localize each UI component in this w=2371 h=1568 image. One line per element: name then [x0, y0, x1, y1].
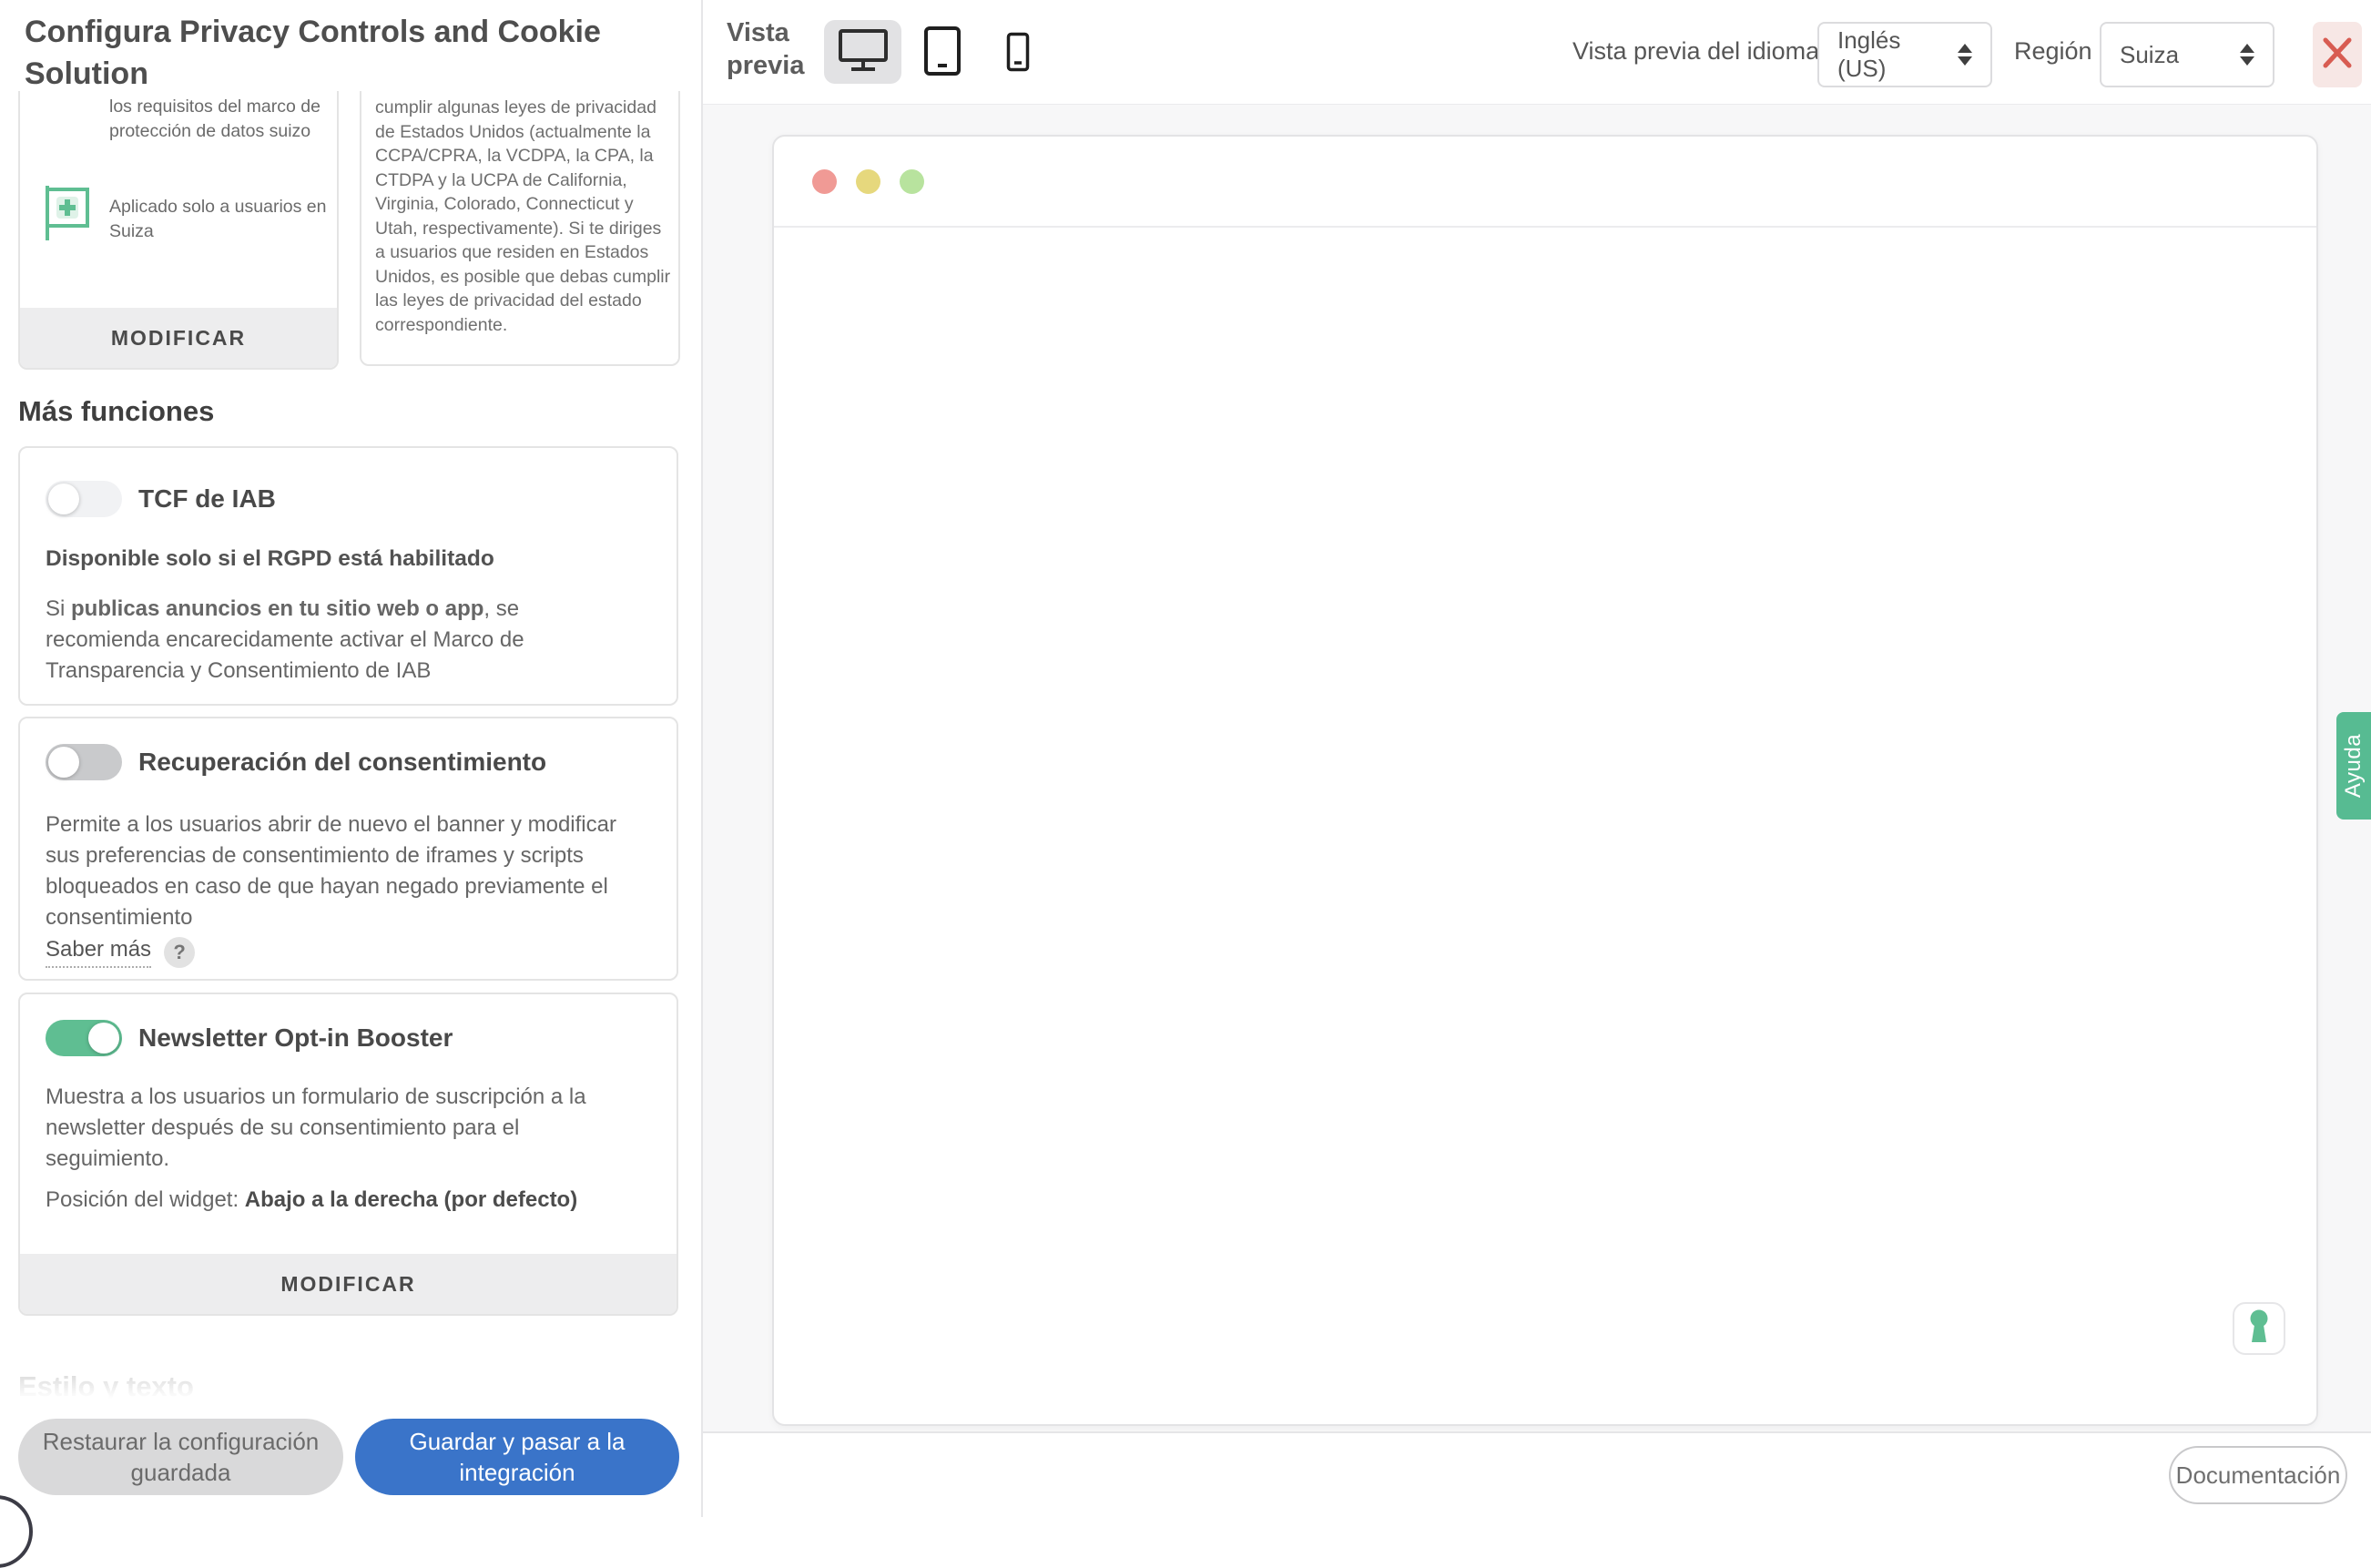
tcf-iab-description: Si publicas anuncios en tu sitio web o a… [46, 594, 633, 687]
settings-footer: Restaurar la configuración guardada Guar… [0, 1399, 701, 1517]
swiss-law-text: los requisitos del marco de protección d… [109, 95, 337, 144]
region-select-value: Suiza [2120, 41, 2179, 69]
settings-panel: Configura Privacy Controls and Cookie So… [0, 0, 703, 1517]
help-tab-label: Ayuda [2341, 734, 2366, 798]
learn-more-link[interactable]: Saber más [46, 937, 151, 968]
privacy-widget-button[interactable] [2233, 1302, 2285, 1355]
preview-footer [703, 1431, 2371, 1517]
tcf-iab-card: TCF de IAB Disponible solo si el RGPD es… [18, 446, 678, 706]
us-law-card: cumplir algunas leyes de privacidad de E… [360, 91, 680, 366]
consent-recovery-toggle[interactable] [46, 744, 122, 780]
swiss-law-card: los requisitos del marco de protección d… [18, 91, 339, 370]
phone-icon [1006, 32, 1030, 76]
language-select-value: Inglés (US) [1837, 26, 1947, 83]
save-and-integrate-button[interactable]: Guardar y pasar a la integración [355, 1419, 679, 1495]
page-title: Configura Privacy Controls and Cookie So… [25, 11, 607, 95]
region-label: Región [2014, 37, 2092, 66]
swiss-applied-text: Aplicado solo a usuarios en Suiza [109, 195, 337, 244]
toggle-knob [48, 747, 79, 778]
traffic-light-green-icon [900, 169, 924, 194]
traffic-light-red-icon [812, 169, 837, 194]
consent-recovery-description: Permite a los usuarios abrir de nuevo el… [46, 809, 633, 933]
top-cards-scroll-region: los requisitos del marco de protección d… [0, 91, 701, 375]
language-select[interactable]: Inglés (US) [1817, 22, 1992, 87]
traffic-light-yellow-icon [856, 169, 880, 194]
newsletter-booster-description: Muestra a los usuarios un formulario de … [46, 1082, 633, 1175]
tcf-iab-title: TCF de IAB [138, 484, 276, 514]
toggle-knob [48, 484, 79, 514]
desktop-monitor-icon [838, 28, 889, 76]
more-features-heading: Más funciones [18, 395, 214, 428]
newsletter-booster-card: Newsletter Opt-in Booster Muestra a los … [18, 993, 678, 1316]
widget-position-text: Posición del widget: Abajo a la derecha … [46, 1187, 577, 1213]
swiss-flag-plus-icon [42, 184, 95, 247]
newsletter-booster-title: Newsletter Opt-in Booster [138, 1023, 453, 1053]
language-preview-label: Vista previa del idioma [1572, 37, 1819, 66]
us-law-text: cumplir algunas leyes de privacidad de E… [375, 96, 676, 337]
consent-recovery-title: Recuperación del consentimiento [138, 748, 546, 777]
privacy-widget-keyhole-icon [2245, 1308, 2273, 1349]
newsletter-modify-button[interactable]: MODIFICAR [20, 1254, 677, 1314]
close-icon [2321, 34, 2354, 76]
browser-chrome-bar [774, 137, 2316, 228]
toggle-knob [88, 1023, 119, 1054]
help-question-icon[interactable]: ? [164, 937, 195, 968]
newsletter-booster-toggle[interactable] [46, 1020, 122, 1056]
browser-preview-window [772, 135, 2318, 1426]
select-arrows-icon [2240, 44, 2254, 66]
device-tablet-button[interactable] [920, 25, 965, 80]
tcf-iab-toggle[interactable] [46, 481, 122, 517]
close-preview-button[interactable] [2313, 22, 2362, 87]
swiss-modify-button[interactable]: MODIFICAR [20, 308, 337, 368]
tablet-icon [923, 25, 962, 81]
help-tab[interactable]: Ayuda [2336, 712, 2371, 820]
device-desktop-button[interactable] [824, 20, 901, 84]
consent-recovery-card: Recuperación del consentimiento Permite … [18, 717, 678, 981]
device-phone-button[interactable] [1000, 31, 1036, 76]
select-arrows-icon [1958, 44, 1972, 66]
documentation-button[interactable]: Documentación [2169, 1446, 2347, 1504]
tcf-iab-subtitle: Disponible solo si el RGPD está habilita… [46, 546, 637, 572]
restore-settings-button[interactable]: Restaurar la configuración guardada [18, 1419, 343, 1495]
region-select[interactable]: Suiza [2100, 22, 2274, 87]
